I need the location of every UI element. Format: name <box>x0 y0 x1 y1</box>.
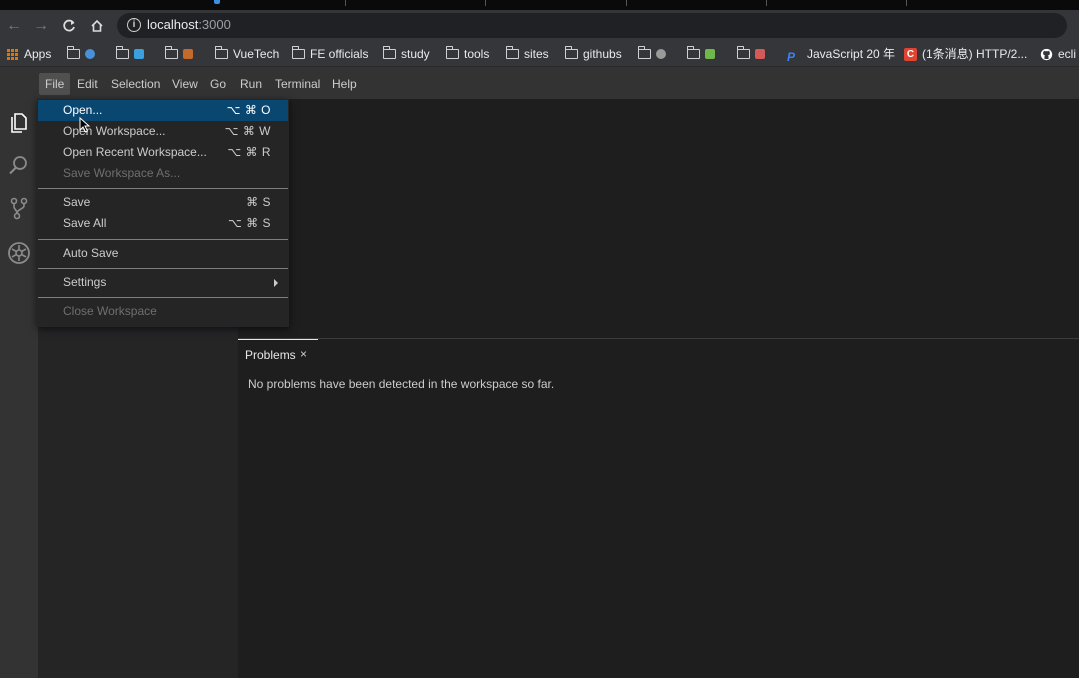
forward-arrow-icon[interactable]: → <box>30 15 52 37</box>
github-icon <box>1040 48 1053 60</box>
bookmark-folder[interactable] <box>638 46 668 62</box>
javascript-favicon: P <box>787 50 796 64</box>
problems-message: No problems have been detected in the wo… <box>248 377 555 391</box>
folder-icon <box>737 46 750 59</box>
bookmark-favicon <box>183 49 193 59</box>
bookmark-javascript[interactable]: P JavaScript 20 年 <box>787 46 895 64</box>
bookmark-tools[interactable]: tools <box>446 46 489 62</box>
bookmark-study[interactable]: study <box>383 46 430 62</box>
mouse-cursor-icon <box>79 117 91 133</box>
bookmark-folder[interactable] <box>165 46 195 62</box>
apps-grid-icon <box>7 48 18 60</box>
calendar-icon <box>755 49 765 59</box>
active-tab-indicator <box>214 0 220 4</box>
menu-run[interactable]: Run <box>234 73 268 95</box>
browser-tab-strip <box>0 0 1079 10</box>
menu-view[interactable]: View <box>166 73 204 95</box>
bookmark-folder[interactable] <box>687 46 717 62</box>
file-menu-dropdown: Open... ⌥ ⌘ O Open Workspace... ⌥ ⌘ W Open… <box>37 99 289 327</box>
problems-tab-label: Problems <box>245 348 296 362</box>
bookmark-favicon <box>705 49 715 59</box>
bottom-panel: Problems × No problems have been detecte… <box>238 338 1079 678</box>
menu-go[interactable]: Go <box>204 73 232 95</box>
back-arrow-icon[interactable]: ← <box>3 15 25 37</box>
folder-icon <box>446 46 459 59</box>
menu-item-settings[interactable]: Settings <box>38 272 288 293</box>
folder-icon <box>687 46 700 59</box>
explorer-icon[interactable] <box>5 108 33 136</box>
menu-file[interactable]: File <box>39 73 71 95</box>
address-url: localhost:3000 <box>147 17 231 32</box>
reload-icon[interactable] <box>58 15 80 37</box>
bookmark-fe-officials[interactable]: FE officials <box>292 46 368 62</box>
address-bar[interactable]: i localhost:3000 <box>117 13 1067 38</box>
bookmark-apps[interactable]: Apps <box>7 46 51 62</box>
menu-edit[interactable]: Edit <box>71 73 104 95</box>
folder-icon <box>116 46 129 59</box>
menu-item-auto-save[interactable]: Auto Save <box>38 243 288 264</box>
bookmark-vuetech[interactable]: VueTech <box>215 46 279 62</box>
bookmark-favicon <box>134 49 144 59</box>
menu-help[interactable]: Help <box>326 73 363 95</box>
folder-icon <box>383 46 396 59</box>
site-info-icon[interactable]: i <box>127 18 141 32</box>
bookmark-folder[interactable] <box>737 46 767 62</box>
menu-separator <box>38 188 288 189</box>
close-icon[interactable]: × <box>300 347 307 361</box>
menu-selection[interactable]: Selection <box>105 73 166 95</box>
menu-item-open-recent-workspace[interactable]: Open Recent Workspace... ⌥ ⌘ R <box>38 142 288 163</box>
submenu-arrow-icon <box>274 279 278 287</box>
menu-separator <box>38 268 288 269</box>
bookmark-folder[interactable] <box>67 46 97 62</box>
tab-separator <box>485 0 486 6</box>
editor-area <box>238 99 1079 338</box>
search-icon[interactable] <box>5 151 33 179</box>
bookmark-http2[interactable]: C (1条消息) HTTP/2... <box>904 46 1027 62</box>
bookmarks-bar: Apps VueTech FE officials study tools si… <box>0 41 1079 67</box>
extensions-icon[interactable] <box>5 239 33 267</box>
folder-icon <box>215 46 228 59</box>
tab-separator <box>766 0 767 6</box>
folder-icon <box>506 46 519 59</box>
bookmark-favicon <box>656 49 666 59</box>
tab-separator <box>626 0 627 6</box>
menu-item-save[interactable]: Save ⌘ S <box>38 192 288 213</box>
menu-item-open-workspace[interactable]: Open Workspace... ⌥ ⌘ W <box>38 121 288 142</box>
folder-icon <box>638 46 651 59</box>
menu-terminal[interactable]: Terminal <box>269 73 326 95</box>
source-control-icon[interactable] <box>5 194 33 222</box>
folder-icon <box>165 46 178 59</box>
menu-separator <box>38 239 288 240</box>
ide-menubar: File Edit Selection View Go Run Terminal… <box>0 67 1079 99</box>
menu-separator <box>38 297 288 298</box>
menu-item-save-workspace-as: Save Workspace As... <box>63 166 181 180</box>
folder-icon <box>565 46 578 59</box>
browser-toolbar: ← → i localhost:3000 <box>0 10 1079 41</box>
person-icon <box>85 49 95 59</box>
folder-icon <box>67 46 80 59</box>
activity-bar <box>0 99 38 678</box>
menu-item-close-workspace: Close Workspace <box>63 304 157 318</box>
bookmark-sites[interactable]: sites <box>506 46 549 62</box>
tab-separator <box>906 0 907 6</box>
csdn-favicon: C <box>904 47 917 61</box>
home-icon[interactable] <box>86 15 108 37</box>
tab-problems[interactable]: Problems × <box>238 339 318 369</box>
menu-item-save-all[interactable]: Save All ⌥ ⌘ S <box>38 213 288 234</box>
menu-item-open[interactable]: Open... ⌥ ⌘ O <box>38 100 288 121</box>
bookmark-ecli[interactable]: ecli <box>1040 46 1076 62</box>
tab-separator <box>345 0 346 6</box>
bookmark-githubs[interactable]: githubs <box>565 46 622 62</box>
bookmark-folder[interactable] <box>116 46 146 62</box>
folder-icon <box>292 46 305 59</box>
